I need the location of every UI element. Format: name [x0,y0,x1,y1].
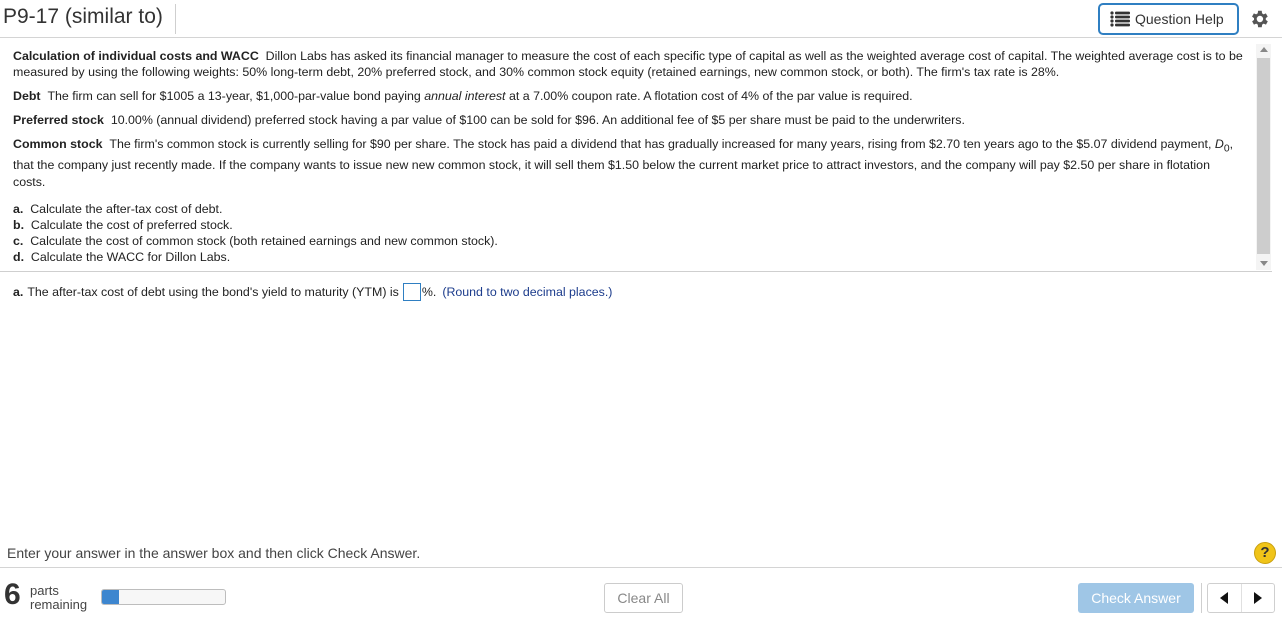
task-item: d. Calculate the WACC for Dillon Labs. [13,249,1243,265]
footer-divider [0,567,1282,568]
scroll-down-icon[interactable] [1260,261,1268,266]
answer-prompt: The after-tax cost of debt using the bon… [27,285,399,299]
answer-suffix: %. [421,285,437,299]
page-title: P9-17 (similar to) [3,5,163,28]
d0-symbol: D [1214,137,1224,151]
preferred-heading: Preferred stock [13,113,104,127]
task-text: Calculate the cost of preferred stock. [30,218,233,233]
progress-bar [101,589,226,605]
triangle-left-icon [1220,592,1229,604]
debt-text-italic: annual interest [424,89,506,103]
task-letter: b. [13,218,25,233]
task-letter: c. [13,234,24,249]
task-item: b. Calculate the cost of preferred stock… [13,217,1243,233]
answer-input[interactable] [402,283,421,301]
preferred-paragraph: Preferred stock 10.00% (annual dividend)… [13,112,1243,128]
parts-label-line-2: remaining [30,597,88,612]
clear-all-button[interactable]: Clear All [604,583,683,613]
task-text: Calculate the cost of common stock (both… [30,234,498,249]
common-text-1: The firm's common stock is currently sel… [109,137,1212,151]
task-list: a. Calculate the after-tax cost of debt.… [13,201,1243,265]
answer-letter: a. [13,285,24,299]
common-heading: Common stock [13,137,103,151]
nav-divider [1201,583,1202,613]
list-icon [1110,11,1130,27]
parts-label-line-1: parts [30,583,59,598]
problem-panel: Calculation of individual costs and WACC… [0,40,1272,272]
scroll-up-icon[interactable] [1260,47,1268,52]
debt-heading: Debt [13,89,41,103]
preferred-text: 10.00% (annual dividend) preferred stock… [110,113,965,127]
question-nav [1207,583,1275,613]
problem-text: Calculation of individual costs and WACC… [13,48,1243,265]
scrollbar-thumb[interactable] [1257,58,1270,254]
instruction-text: Enter your answer in the answer box and … [7,545,421,561]
parts-count: 6 [4,578,21,611]
debt-text-1: The firm can sell for $1005 a 13-year, $… [47,89,421,103]
progress-fill [102,590,120,604]
question-help-label: Question Help [1135,11,1224,27]
task-text: Calculate the WACC for Dillon Labs. [30,250,231,265]
debt-paragraph: Debt The firm can sell for $1005 a 13-ye… [13,88,1243,104]
task-letter: d. [13,250,25,265]
previous-question-button[interactable] [1208,584,1241,612]
intro-paragraph: Calculation of individual costs and WACC… [13,48,1243,80]
question-circle-icon[interactable]: ? [1254,542,1276,564]
task-item: c. Calculate the cost of common stock (b… [13,233,1243,249]
next-question-button[interactable] [1240,584,1274,612]
intro-heading: Calculation of individual costs and WACC [13,49,259,63]
task-letter: a. [13,202,24,217]
title-divider [175,4,176,34]
task-item: a. Calculate the after-tax cost of debt. [13,201,1243,217]
header-bar: P9-17 (similar to) Question Help [0,0,1282,38]
triangle-right-icon [1253,592,1262,604]
task-text: Calculate the after-tax cost of debt. [30,202,223,217]
debt-text-2: at a 7.00% coupon rate. A flotation cost… [508,89,913,103]
check-answer-button[interactable]: Check Answer [1078,583,1194,613]
common-paragraph: Common stock The firm's common stock is … [13,136,1243,191]
answer-line: a. The after-tax cost of debt using the … [13,283,612,301]
question-help-button[interactable]: Question Help [1098,3,1239,35]
rounding-hint: (Round to two decimal places.) [442,285,613,299]
gear-icon[interactable] [1248,8,1270,30]
parts-label: parts remaining [30,584,87,612]
